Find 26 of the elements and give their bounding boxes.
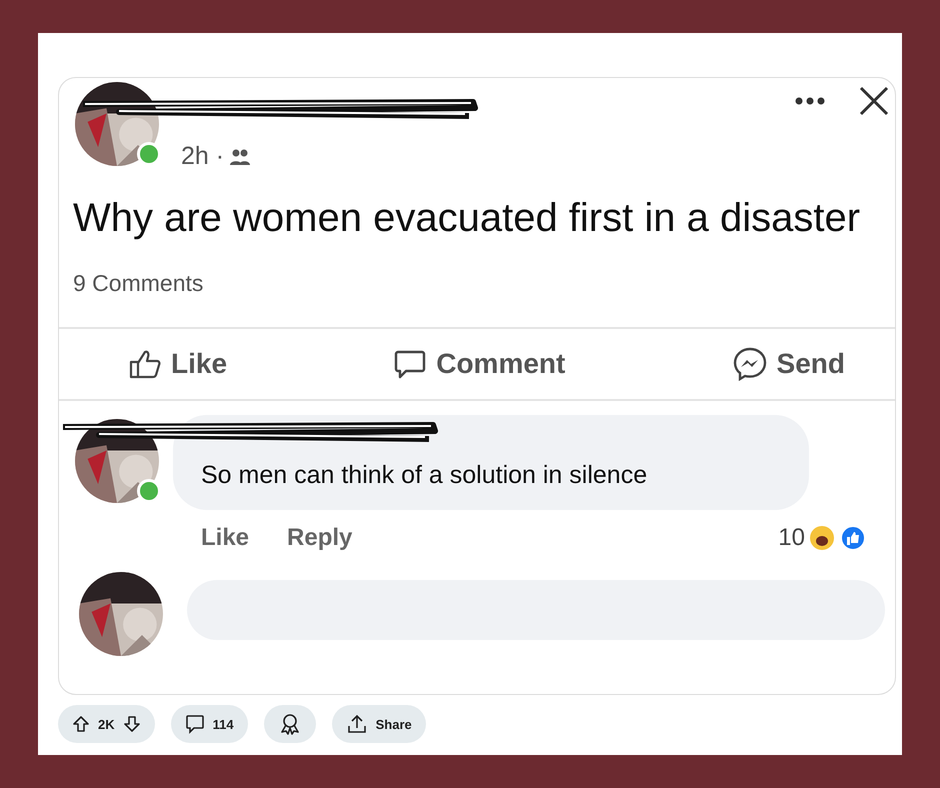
reply-link[interactable]: Reply: [287, 524, 352, 552]
vote-score: 2K: [98, 716, 115, 732]
speech-bubble-icon: [394, 349, 426, 379]
post-time: 2h ·: [181, 142, 224, 171]
share-icon: [346, 713, 368, 735]
laughing-emoji-icon: [809, 525, 835, 551]
like-reaction-icon: [839, 524, 867, 552]
speech-bubble-icon: [184, 714, 205, 734]
like-link[interactable]: Like: [201, 524, 250, 552]
thumbs-up-icon: [129, 349, 161, 379]
send-button[interactable]: Send: [732, 347, 845, 381]
messenger-icon: [732, 347, 767, 381]
comment-text: So men can think of a solution in silence: [201, 461, 648, 489]
upvote-icon[interactable]: [72, 715, 90, 733]
comments-button[interactable]: 114: [170, 705, 248, 743]
reaction-count: 10: [778, 524, 805, 552]
comment-count[interactable]: 9 Comments: [59, 270, 895, 297]
close-icon[interactable]: [859, 86, 889, 116]
downvote-icon[interactable]: [122, 715, 141, 733]
award-button[interactable]: [264, 705, 316, 743]
share-button[interactable]: Share: [332, 705, 426, 743]
friends-icon: [230, 148, 250, 166]
comment-button[interactable]: Comment: [394, 347, 566, 381]
like-button[interactable]: Like: [129, 347, 228, 381]
post-text: Why are women evacuated first in a disaster: [72, 195, 862, 242]
more-icon[interactable]: [795, 97, 825, 105]
